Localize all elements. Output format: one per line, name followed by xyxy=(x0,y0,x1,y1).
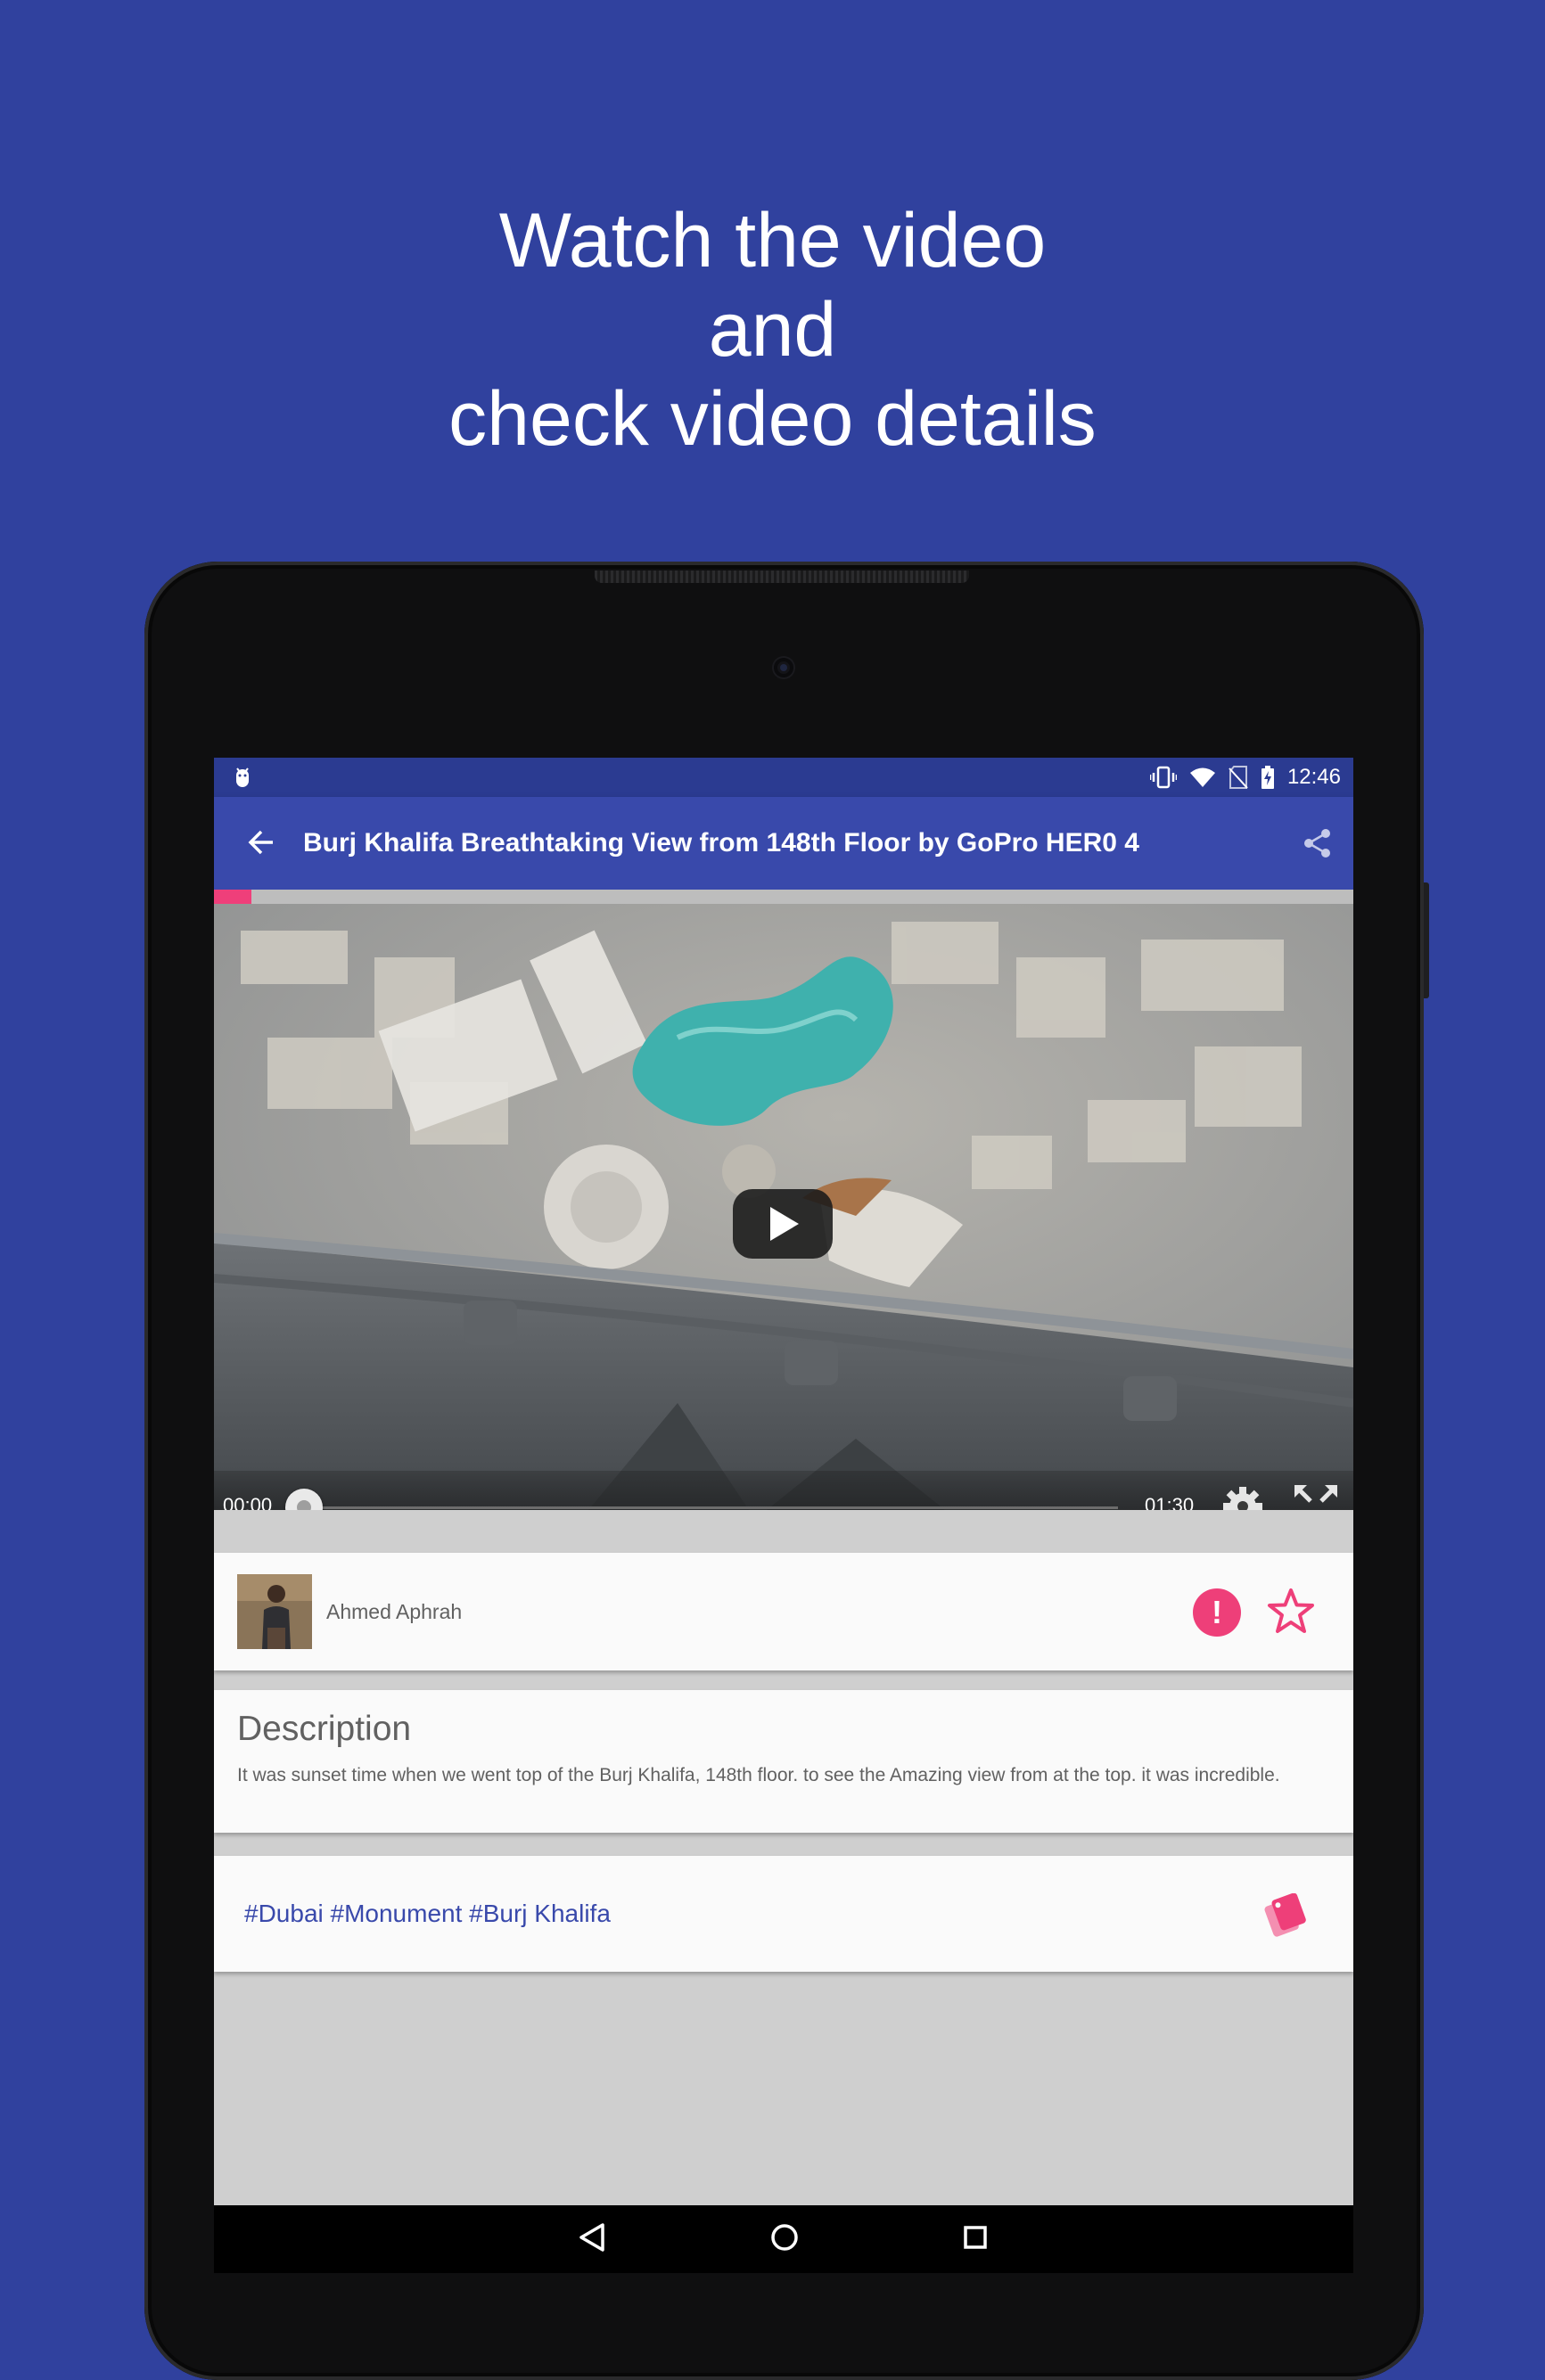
author-name[interactable]: Ahmed Aphrah xyxy=(326,1553,462,1670)
nav-home-icon[interactable] xyxy=(768,2221,801,2253)
headline-line-3: check video details xyxy=(448,376,1097,462)
tags-icon[interactable] xyxy=(1259,1893,1312,1938)
side-button xyxy=(1424,882,1429,998)
seek-handle[interactable] xyxy=(285,1489,323,1510)
loading-progress-bar xyxy=(214,890,1353,904)
status-time: 12:46 xyxy=(1286,765,1341,789)
exclamation-icon: ! xyxy=(1212,1594,1222,1630)
device-screen: 12:46 Burj Khalifa Breathtaking View fro… xyxy=(214,758,1353,2273)
fullscreen-icon[interactable] xyxy=(1293,1483,1339,1510)
front-camera xyxy=(774,658,793,677)
current-time: 00:00 xyxy=(223,1494,273,1510)
share-icon[interactable] xyxy=(1302,827,1334,859)
tags-card: #Dubai #Monument #Burj Khalifa xyxy=(214,1856,1353,1972)
speaker-grille xyxy=(595,570,969,583)
duration: 01:30 xyxy=(1145,1494,1195,1510)
promo-headline: Watch the video and check video details xyxy=(0,196,1545,464)
description-title: Description xyxy=(237,1710,412,1748)
play-button[interactable] xyxy=(733,1189,833,1259)
loading-progress-fill xyxy=(214,890,251,904)
play-icon xyxy=(770,1207,799,1241)
video-title: Burj Khalifa Breathtaking View from 148t… xyxy=(303,828,1139,858)
no-sim-icon xyxy=(1229,766,1248,789)
seek-bar[interactable] xyxy=(303,1506,1118,1509)
description-text: It was sunset time when we went top of t… xyxy=(237,1765,1280,1785)
system-nav-bar xyxy=(214,2205,1353,2273)
nav-back-icon[interactable] xyxy=(576,2221,608,2253)
app-bar: Burj Khalifa Breathtaking View from 148t… xyxy=(214,797,1353,890)
video-player[interactable]: 00:00 01:30 xyxy=(214,904,1353,1510)
headline-line-2: and xyxy=(708,287,837,373)
avatar-image xyxy=(237,1574,312,1649)
report-button[interactable]: ! xyxy=(1193,1588,1241,1637)
battery-charging-icon xyxy=(1261,766,1274,789)
player-controls: 00:00 01:30 xyxy=(214,1471,1353,1510)
tags-text[interactable]: #Dubai #Monument #Burj Khalifa xyxy=(244,1856,611,1972)
arrow-back-icon[interactable] xyxy=(246,827,276,858)
android-debug-icon xyxy=(236,767,249,787)
nav-recents-icon[interactable] xyxy=(959,2221,991,2253)
author-card: Ahmed Aphrah ! xyxy=(214,1553,1353,1670)
headline-line-1: Watch the video xyxy=(498,198,1047,283)
wifi-icon xyxy=(1189,767,1215,787)
gear-icon[interactable] xyxy=(1220,1483,1266,1510)
status-bar: 12:46 xyxy=(214,758,1353,797)
status-icons: 12:46 xyxy=(1149,763,1341,792)
vibrate-icon xyxy=(1149,766,1177,789)
star-outline-icon[interactable] xyxy=(1266,1587,1316,1637)
avatar[interactable] xyxy=(237,1574,312,1649)
description-card: Description It was sunset time when we w… xyxy=(214,1690,1353,1833)
